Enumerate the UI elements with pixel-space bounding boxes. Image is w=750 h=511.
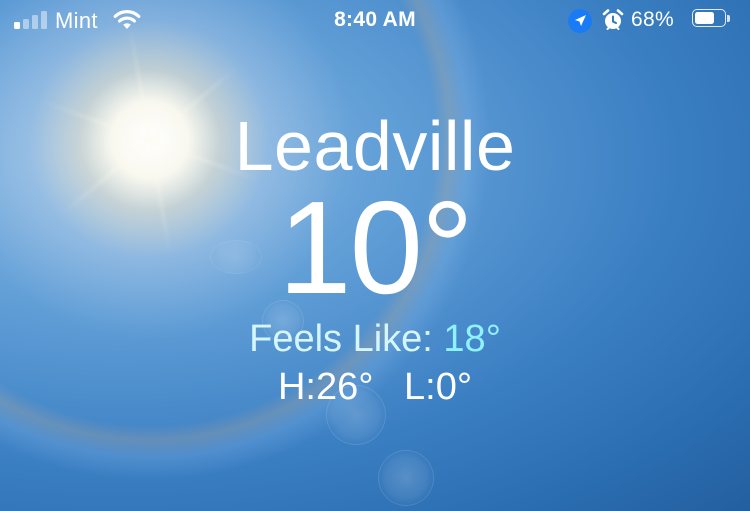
- location-arrow-icon: [567, 8, 593, 40]
- status-bar: Mint 8:40 AM 68%: [0, 0, 750, 40]
- current-temperature: 10°: [278, 174, 474, 321]
- alarm-clock-icon: [601, 8, 625, 38]
- weather-screen: Mint 8:40 AM 68% Leadville 10° Feels Lik…: [0, 0, 750, 511]
- battery-percentage: 68%: [631, 8, 674, 31]
- battery-icon: [692, 9, 732, 29]
- feels-like: Feels Like: 18°: [0, 318, 750, 361]
- high-low: H:26° L:0°: [0, 366, 750, 409]
- lens-flare: [378, 450, 434, 506]
- feels-like-label: Feels Like:: [249, 318, 433, 360]
- high-temperature: H:26°: [277, 366, 374, 408]
- feels-like-value: 18°: [443, 318, 501, 360]
- low-temperature: L:0°: [404, 366, 473, 408]
- battery-fill: [695, 12, 714, 24]
